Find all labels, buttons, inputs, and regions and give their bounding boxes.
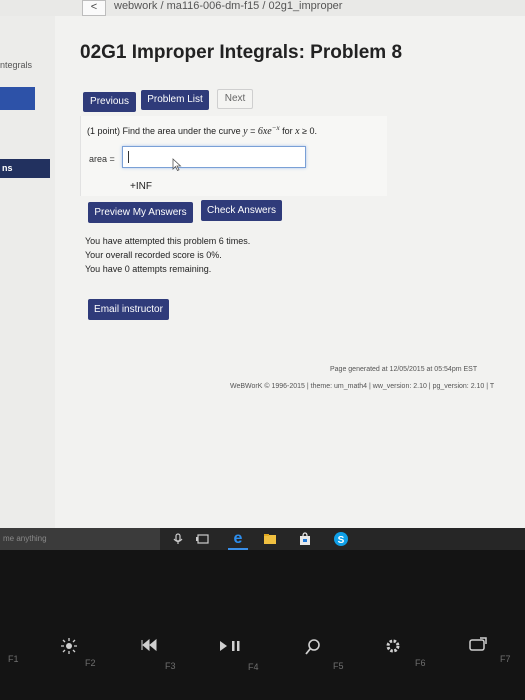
laptop-keyboard: F1 F2 F3 F4 F5 F6 F7	[0, 550, 525, 700]
sidebar-button[interactable]: ns	[0, 159, 50, 178]
mouse-pointer-icon	[172, 158, 182, 171]
file-explorer-icon[interactable]	[262, 531, 278, 547]
previous-button[interactable]: Previous	[83, 92, 136, 112]
svg-text:S: S	[338, 535, 345, 546]
brightness-icon	[61, 638, 77, 654]
taskbar-search-input[interactable]: me anything	[0, 528, 160, 550]
sidebar: ntegrals ns	[0, 16, 55, 528]
f1-key[interactable]: F1	[8, 654, 19, 664]
play-pause-icon	[220, 641, 240, 651]
f5-key[interactable]: F5	[333, 661, 344, 671]
area-answer-input[interactable]	[122, 146, 306, 168]
condition-text: ≥ 0.	[302, 126, 318, 136]
remaining-text: You have 0 attempts remaining.	[85, 264, 212, 274]
equation-equals: =	[250, 126, 256, 136]
microphone-icon[interactable]	[170, 531, 186, 547]
screen-mirror-icon	[469, 637, 487, 651]
version-text: WeBWorK © 1996-2015 | theme: um_math4 | …	[230, 383, 495, 390]
back-button[interactable]: <	[82, 0, 106, 16]
area-label: area =	[89, 154, 115, 164]
f2-key[interactable]: F2	[85, 658, 96, 668]
sidebar-item-integrals[interactable]: ntegrals	[0, 60, 32, 70]
breadcrumb[interactable]: webwork / ma116-006-dm-f15 / 02g1_improp…	[114, 0, 354, 12]
condition-variable: x	[295, 126, 300, 137]
equation-lhs: y	[243, 126, 248, 137]
problem-points-text: (1 point) Find the area under the curve	[87, 126, 241, 136]
score-text: Your overall recorded score is 0%.	[85, 250, 222, 260]
check-answers-button[interactable]: Check Answers	[201, 200, 282, 221]
sidebar-active-band	[0, 87, 35, 110]
page-title: 02G1 Improper Integrals: Problem 8	[80, 42, 403, 63]
taskbar: me anything e S	[0, 528, 525, 550]
f7-key[interactable]: F7	[500, 654, 511, 664]
text-caret	[128, 151, 129, 163]
for-text: for	[282, 126, 293, 136]
store-icon[interactable]	[297, 531, 313, 547]
preview-result: +INF	[130, 181, 152, 192]
equation-rhs: 6xe	[257, 126, 272, 137]
rewind-icon	[141, 638, 157, 652]
f4-key[interactable]: F4	[248, 662, 259, 672]
settings-key-icon	[386, 639, 400, 653]
skype-icon[interactable]: S	[333, 531, 349, 547]
problem-list-button[interactable]: Problem List	[141, 90, 209, 110]
preview-answers-button[interactable]: Preview My Answers	[88, 202, 193, 223]
f6-key[interactable]: F6	[415, 658, 426, 668]
browser-screen: < webwork / ma116-006-dm-f15 / 02g1_impr…	[0, 0, 525, 528]
email-instructor-button[interactable]: Email instructor	[88, 299, 169, 320]
problem-statement: (1 point) Find the area under the curve …	[87, 124, 317, 137]
page-generated-text: Page generated at 12/05/2015 at 05:54pm …	[330, 366, 478, 373]
edge-browser-icon[interactable]: e	[230, 531, 246, 547]
next-button[interactable]: Next	[217, 89, 253, 109]
equation-exponent: −x	[271, 124, 280, 132]
f3-key[interactable]: F3	[165, 661, 176, 671]
task-view-icon[interactable]	[195, 531, 211, 547]
browser-address-bar: < webwork / ma116-006-dm-f15 / 02g1_impr…	[0, 0, 525, 16]
attempts-text: You have attempted this problem 6 times.	[85, 236, 251, 246]
search-key-icon	[305, 639, 320, 655]
